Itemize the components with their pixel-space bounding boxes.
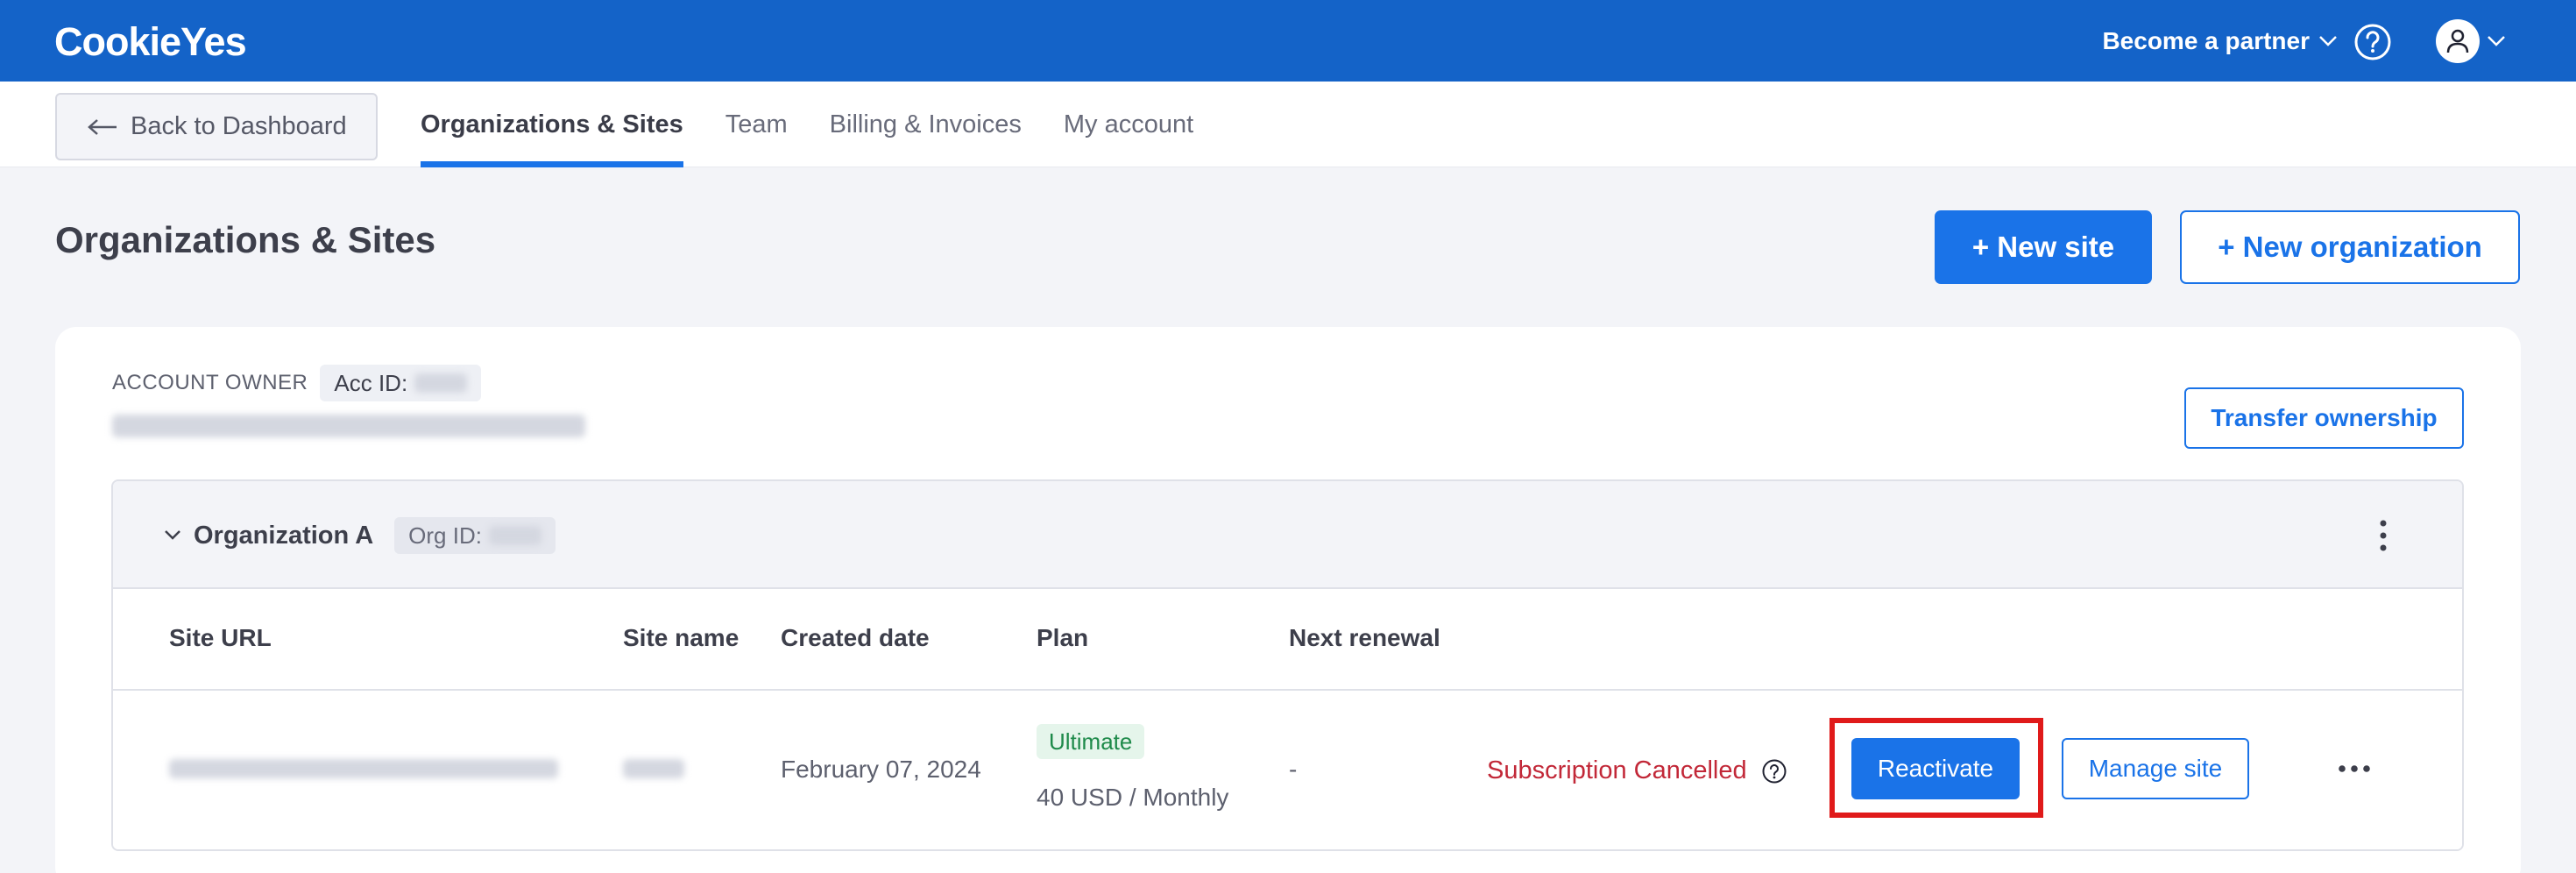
tab-team[interactable]: Team xyxy=(725,82,788,167)
created-date: February 07, 2024 xyxy=(781,756,981,783)
column-site-name: Site name xyxy=(623,624,740,651)
sites-table-header: Site URL Site name Created date Plan Nex… xyxy=(113,589,2462,691)
tab-my-account[interactable]: My account xyxy=(1064,82,1193,167)
question-circle-icon[interactable] xyxy=(1761,758,1787,784)
top-bar: CookieYes Become a partner xyxy=(0,0,2576,82)
manage-site-button[interactable]: Manage site xyxy=(2062,738,2249,799)
organization-name: Organization A xyxy=(194,521,374,550)
user-icon xyxy=(2446,29,2469,53)
organization-toggle[interactable]: Organization A Org ID: xyxy=(164,516,556,555)
redacted-site-url[interactable] xyxy=(169,759,558,778)
account-id-label: Acc ID: xyxy=(334,369,408,396)
redacted-account-id xyxy=(414,373,468,393)
redacted-owner-email xyxy=(112,415,585,442)
org-id-label: Org ID: xyxy=(408,522,482,549)
new-site-button[interactable]: + New site xyxy=(1935,210,2152,284)
organization-panel: Organization A Org ID: Site URL Site nam… xyxy=(111,479,2464,851)
column-next-renewal: Next renewal xyxy=(1289,624,1440,651)
account-card: ACCOUNT OWNER Acc ID: Transfer ownership… xyxy=(55,327,2521,873)
subscription-status-text: Subscription Cancelled xyxy=(1487,756,1747,784)
subscription-status: Subscription Cancelled xyxy=(1487,756,1787,785)
user-menu[interactable] xyxy=(2436,19,2506,63)
redacted-site-name xyxy=(623,759,684,778)
plan-price: 40 USD / Monthly xyxy=(1037,784,1229,811)
sub-navigation: Back to Dashboard Organizations & Sites … xyxy=(0,82,2576,167)
transfer-ownership-button[interactable]: Transfer ownership xyxy=(2184,387,2464,449)
column-created-date: Created date xyxy=(781,624,930,651)
become-partner-menu[interactable]: Become a partner xyxy=(2102,21,2338,61)
tab-billing-invoices[interactable]: Billing & Invoices xyxy=(830,82,1022,167)
back-to-dashboard-button[interactable]: Back to Dashboard xyxy=(55,93,378,160)
next-renewal: - xyxy=(1289,756,1298,783)
new-organization-button[interactable]: + New organization xyxy=(2180,210,2520,284)
plan-badge: Ultimate xyxy=(1037,724,1145,759)
column-plan: Plan xyxy=(1037,624,1089,651)
organization-more-icon[interactable] xyxy=(2374,518,2392,553)
question-circle-icon[interactable] xyxy=(2353,23,2392,61)
reactivate-button[interactable]: Reactivate xyxy=(1851,738,2020,799)
cookieyes-logo[interactable]: CookieYes xyxy=(54,19,247,65)
page-title: Organizations & Sites xyxy=(55,219,436,260)
tab-organizations-sites[interactable]: Organizations & Sites xyxy=(421,82,683,167)
become-partner-label: Become a partner xyxy=(2102,27,2310,54)
account-id-chip: Acc ID: xyxy=(320,365,482,401)
arrow-left-icon xyxy=(88,118,117,135)
org-id-chip: Org ID: xyxy=(394,517,556,554)
chevron-down-icon xyxy=(2488,36,2505,46)
redacted-org-id xyxy=(488,526,541,545)
avatar xyxy=(2436,19,2480,63)
tab-bar: Organizations & Sites Team Billing & Inv… xyxy=(421,82,1193,167)
account-owner-label: ACCOUNT OWNER xyxy=(112,371,308,394)
row-more-icon[interactable] xyxy=(2337,757,2372,780)
back-to-dashboard-label: Back to Dashboard xyxy=(131,112,347,140)
column-site-url: Site URL xyxy=(169,624,272,651)
account-owner-row: ACCOUNT OWNER Acc ID: xyxy=(112,365,482,401)
chevron-down-icon xyxy=(165,530,180,540)
table-row: February 07, 2024 Ultimate 40 USD / Mont… xyxy=(113,691,2462,849)
chevron-down-icon xyxy=(2319,36,2337,46)
organization-header: Organization A Org ID: xyxy=(113,481,2462,589)
